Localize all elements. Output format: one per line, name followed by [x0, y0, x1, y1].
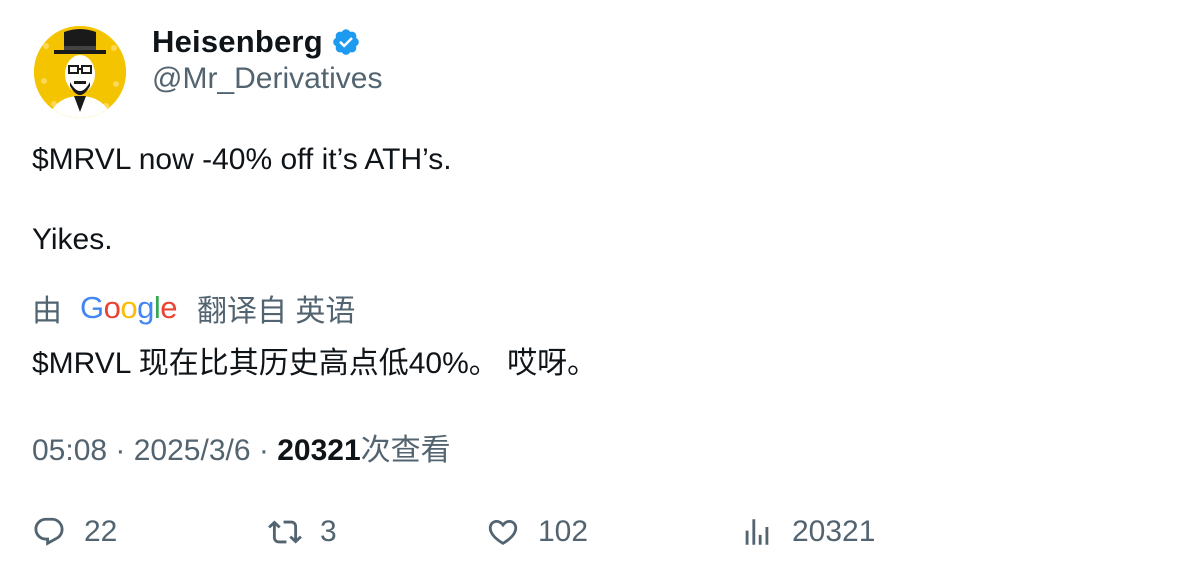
meta-separator: · [115, 434, 134, 467]
reply-button[interactable]: 22 [32, 510, 117, 554]
tweet-date[interactable]: 2025/3/6 [134, 434, 251, 467]
google-logo: Google [80, 290, 178, 325]
author-display-name[interactable]: Heisenberg [152, 24, 323, 60]
tweet-text-line-1: $MRVL now -40% off it’s ATH’s. [32, 143, 452, 176]
meta-separator: · [258, 434, 278, 467]
views-count: 20321 [277, 434, 361, 467]
views-label: 次查看 [360, 434, 451, 467]
tweet-text-line-2: Yikes. [32, 223, 113, 256]
retweet-button[interactable]: 3 [268, 510, 337, 554]
views-button[interactable]: 20321 [740, 510, 875, 554]
reply-count: 22 [84, 515, 118, 548]
like-button[interactable]: 102 [486, 510, 588, 554]
translation-prefix: 由 [32, 295, 62, 328]
reply-icon [34, 517, 64, 546]
retweet-icon [268, 520, 302, 544]
translated-text: $MRVL 现在比其历史高点低40%。 哎呀。 [32, 347, 598, 380]
tweet-card: Heisenberg @Mr_Derivatives $MRVL now -40… [0, 0, 1196, 578]
tweet-time[interactable]: 05:08 [32, 434, 107, 467]
heart-icon [488, 519, 518, 545]
views-action-count: 20321 [792, 515, 876, 548]
translation-suffix: 翻译自 英语 [197, 295, 356, 328]
avatar-image [34, 26, 126, 118]
author-handle[interactable]: @Mr_Derivatives [152, 62, 383, 96]
like-count: 102 [538, 515, 589, 548]
avatar[interactable] [34, 26, 126, 118]
retweet-count: 3 [320, 515, 337, 548]
translation-attribution[interactable]: 由 Google 翻译自 英语 [32, 288, 355, 328]
author-name-row: Heisenberg [152, 22, 361, 62]
verified-badge-icon[interactable] [331, 27, 361, 57]
tweet-meta: 05:08 · 2025/3/6 · 20321次查看 [32, 425, 451, 469]
analytics-icon [745, 519, 769, 545]
